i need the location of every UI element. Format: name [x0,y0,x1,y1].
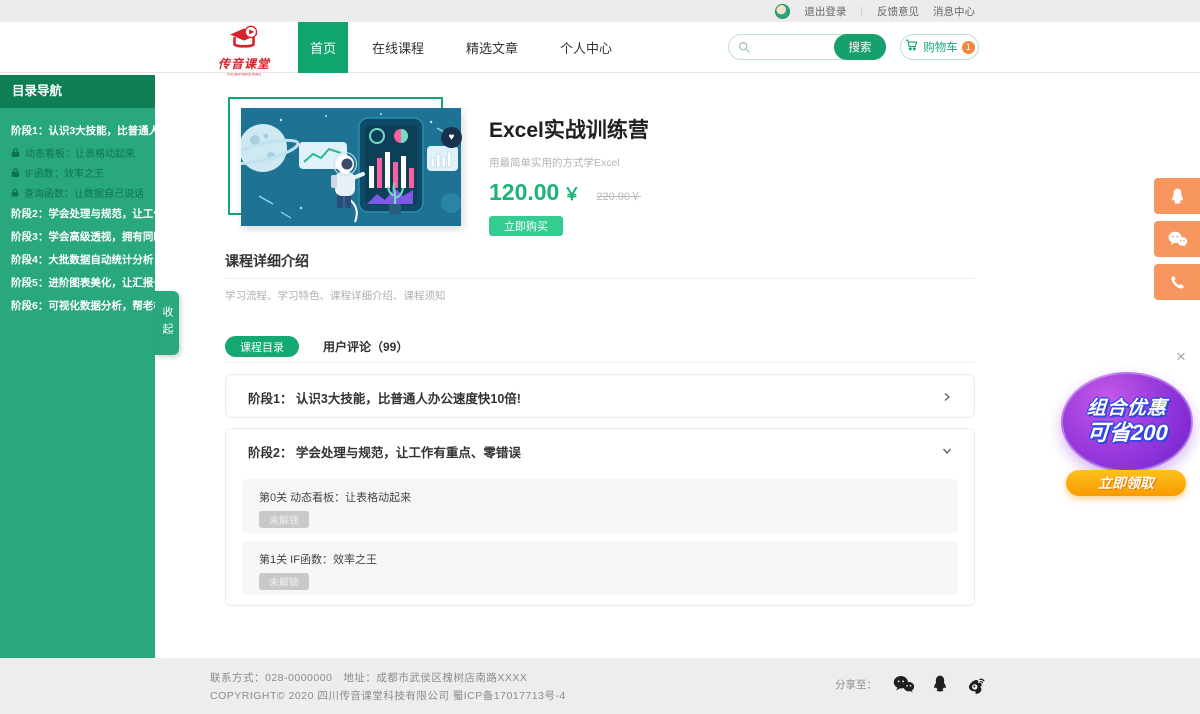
share-label: 分享至： [835,677,877,692]
logo-subtitle: CHUANYINKETANG [224,73,264,77]
qq-icon [1168,187,1187,206]
weibo-icon [965,674,987,694]
stage-2-header[interactable]: 阶段2： 学会处理与规范，让工作有重点、零错误 [226,429,974,473]
chevron-right-icon [173,278,182,287]
search-box: 搜索 [728,34,886,60]
catalog-sidebar: 目录导航 阶段1：认识3大技能，比普通人... 动态看板：让表格动起来 IF函数… [0,75,155,658]
nav-item-courses[interactable]: 在线课程 [354,22,442,73]
cart-button[interactable]: 购物车 1 [900,34,979,60]
nav-item-profile[interactable]: 个人中心 [542,22,630,73]
cart-icon [904,37,919,57]
messages-link[interactable]: 消息中心 [933,4,975,19]
sidebar-locked-lesson[interactable]: IF函数：效率之王 [0,162,155,182]
stage-2-accordion: 阶段2： 学会处理与规范，让工作有重点、零错误 第0关 动态看板：让表格动起来 … [225,428,975,606]
divider [225,362,975,363]
logo[interactable]: 传音课堂 CHUANYINKETANG [212,25,276,78]
main-nav: 首页 在线课程 精选文章 个人中心 [298,22,630,73]
lesson-title: 第1关 IF函数：效率之王 [259,551,941,567]
stage-1-accordion: 阶段1： 认识3大技能，比普通人办公速度快10倍! [225,374,975,418]
course-cover-image[interactable]: ♥ [241,108,461,226]
feedback-link[interactable]: 反馈意见 [877,4,919,19]
promo-line-2: 可省200 [1086,420,1168,445]
lock-icon [11,187,19,198]
divider [225,278,975,279]
share-wechat-button[interactable] [892,674,915,694]
sidebar-stage-5[interactable]: 阶段5：进阶图表美化，让汇报一... [0,271,155,294]
nav-item-articles[interactable]: 精选文章 [448,22,536,73]
original-price: 220.00￥ [596,188,641,204]
qq-contact-button[interactable] [1154,178,1200,214]
phone-icon [1169,274,1186,291]
phone-contact-button[interactable] [1154,264,1200,300]
chevron-down-icon [168,126,177,135]
logo-title: 传音课堂 [212,55,276,72]
search-button[interactable]: 搜索 [834,34,886,60]
course-subtitle: 用最简单实用的方式学Excel [489,155,649,170]
share-qq-button[interactable] [930,674,950,694]
course-cover-art [241,108,461,226]
footer-contact: 联系方式：028-0000000 地址：成都市武侯区槐树店南路XXXX [210,670,527,685]
course-price: 120.00 [489,179,559,206]
favorite-button[interactable]: ♥ [441,127,462,148]
chevron-right-icon [173,255,182,264]
logout-link[interactable]: 退出登录 [804,4,846,19]
currency-symbol: ￥ [563,180,580,205]
search-input[interactable] [751,41,834,53]
lock-icon [11,167,20,178]
chevron-down-icon [942,446,952,456]
course-title: Excel实战训练营 [489,114,649,144]
tab-comments[interactable]: 用户评论（99） [323,338,408,355]
nav-item-home[interactable]: 首页 [298,22,348,73]
promo-claim-button[interactable]: 立即领取 [1066,470,1186,496]
promo-line-1: 组合优惠 [1086,398,1168,420]
promo-close-button[interactable]: × [1176,348,1186,365]
footer: 联系方式：028-0000000 地址：成都市武侯区槐树店南路XXXX COPY… [0,658,1200,714]
lesson-locked-badge: 未解锁 [259,511,309,528]
sidebar-stage-3[interactable]: 阶段3：学会高级透视，拥有同时... [0,225,155,248]
sidebar-locked-lesson[interactable]: 动态看板：让表格动起来 [0,142,155,162]
footer-copyright: COPYRIGHT© 2020 四川传音课堂科技有限公司 蜀ICP备170177… [210,688,566,703]
tab-catalog[interactable]: 课程目录 [225,336,299,357]
sidebar-stage-6[interactable]: 阶段6：可视化数据分析，帮老板... [0,294,155,317]
lock-icon [11,147,20,158]
qq-icon [930,674,950,694]
cart-count-badge: 1 [962,41,975,54]
topbar: 退出登录 | 反馈意见 消息中心 [0,0,1200,22]
lesson-item[interactable]: 第0关 动态看板：让表格动起来 未解锁 [242,479,958,533]
cart-label: 购物车 [923,39,958,55]
lesson-item[interactable]: 第1关 IF函数：效率之王 未解锁 [242,541,958,595]
lesson-title: 第0关 动态看板：让表格动起来 [259,489,941,505]
sidebar-locked-lesson[interactable]: 查询函数：让数据自己说话 [0,182,155,202]
sidebar-stage-1[interactable]: 阶段1：认识3大技能，比普通人... [0,119,155,142]
page: 退出登录 | 反馈意见 消息中心 传音课堂 CHUANYINKETANG 首页 … [0,0,1200,714]
wechat-icon [1167,230,1188,248]
chevron-right-icon [173,209,182,218]
user-avatar[interactable] [775,4,790,19]
sidebar-stage-2[interactable]: 阶段2：学会处理与规范，让工作... [0,202,155,225]
contact-floaters [1154,178,1200,300]
detail-summary: 学习流程、学习特色、课程详细介绍、课程须知 [225,288,446,303]
sidebar-stage-4[interactable]: 阶段4：大批数据自动统计分析，... [0,248,155,271]
lesson-locked-badge: 未解锁 [259,573,309,590]
promo-badge[interactable]: 组合优惠 可省200 [1061,372,1193,472]
sidebar-collapse-button[interactable]: 收起 [155,291,179,355]
buy-now-button[interactable]: 立即购买 [489,216,563,236]
chevron-right-icon [942,392,952,402]
navbar: 传音课堂 CHUANYINKETANG 首页 在线课程 精选文章 个人中心 搜索… [0,22,1200,73]
wechat-contact-button[interactable] [1154,221,1200,257]
wechat-icon [892,674,915,694]
sidebar-title: 目录导航 [0,75,155,108]
search-icon [738,41,751,54]
share-weibo-button[interactable] [965,674,987,694]
logo-icon [226,38,262,55]
topbar-divider: | [860,6,863,17]
chevron-right-icon [173,232,182,241]
heart-icon: ♥ [449,132,455,143]
detail-section-title: 课程详细介绍 [225,251,309,271]
stage-1-header[interactable]: 阶段1： 认识3大技能，比普通人办公速度快10倍! [226,375,974,419]
